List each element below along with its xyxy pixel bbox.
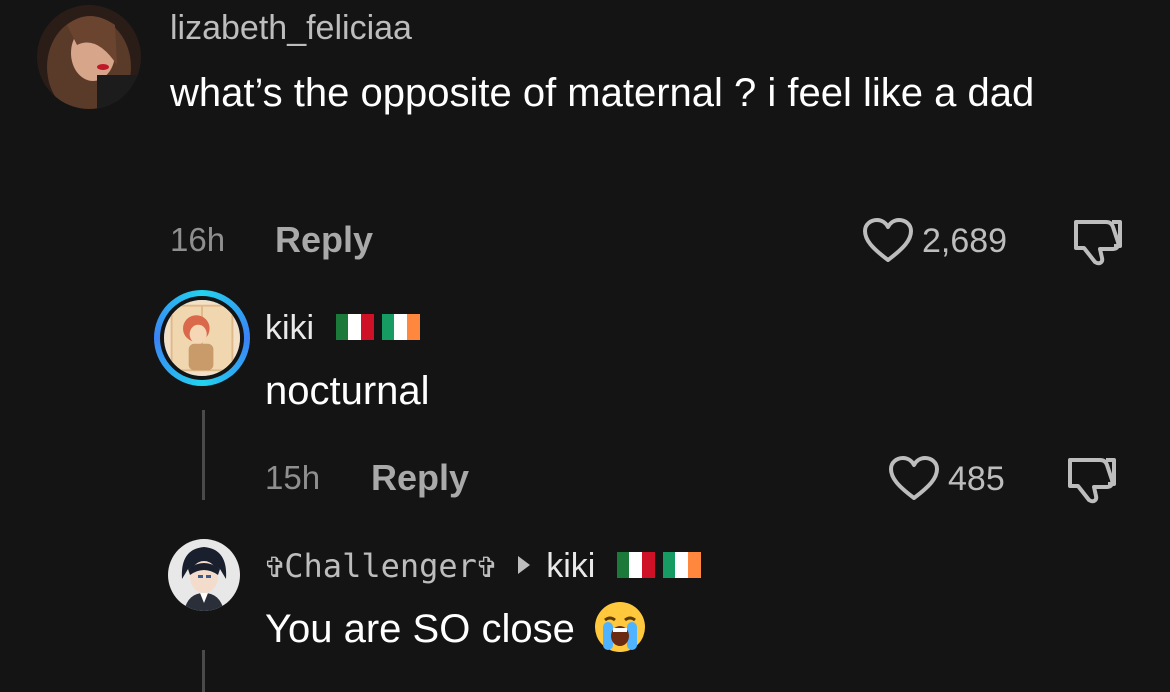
- avatar-image: [164, 300, 240, 376]
- comment-text-content: You are SO close: [265, 607, 575, 651]
- loudly-crying-face-icon: [593, 600, 647, 654]
- comment-text: what’s the opposite of maternal ? i feel…: [170, 71, 1035, 115]
- dislike-button[interactable]: [1064, 456, 1120, 504]
- heart-outline-icon: [862, 218, 914, 264]
- comment-text: You are SO close: [265, 598, 647, 660]
- reply-button[interactable]: Reply: [275, 220, 373, 260]
- timestamp: 15h: [265, 459, 321, 496]
- reply-header: ✞Challenger✞ kiki: [265, 546, 701, 586]
- avatar[interactable]: [168, 539, 240, 611]
- timestamp: 16h: [170, 221, 226, 258]
- ireland-flag-icon: [662, 552, 701, 579]
- like-button[interactable]: 485: [888, 456, 1005, 502]
- mexico-flag-icon: [335, 314, 374, 341]
- comment-text: nocturnal: [265, 369, 430, 413]
- reply-button[interactable]: Reply: [371, 458, 469, 498]
- avatar[interactable]: [37, 5, 141, 109]
- avatar-image: [37, 5, 141, 109]
- reply-to-username[interactable]: kiki: [546, 547, 595, 585]
- like-button[interactable]: 2,689: [862, 218, 1007, 264]
- avatar[interactable]: [160, 296, 244, 380]
- thread-line: [202, 410, 205, 500]
- mexico-flag-icon: [616, 552, 655, 579]
- heart-outline-icon: [888, 456, 940, 502]
- username[interactable]: lizabeth_feliciaa: [170, 8, 412, 48]
- reply-arrow-icon: [518, 556, 531, 575]
- thumbs-down-icon: [1070, 218, 1126, 266]
- like-count: 2,689: [922, 222, 1008, 260]
- username[interactable]: kiki: [265, 308, 420, 348]
- ireland-flag-icon: [381, 314, 420, 341]
- dislike-button[interactable]: [1070, 218, 1126, 266]
- username[interactable]: ✞Challenger✞: [265, 547, 496, 585]
- username-text: kiki: [265, 309, 315, 347]
- thread-line: [202, 650, 205, 692]
- thumbs-down-icon: [1064, 456, 1120, 504]
- like-count: 485: [948, 460, 1005, 498]
- avatar-image: [168, 539, 240, 611]
